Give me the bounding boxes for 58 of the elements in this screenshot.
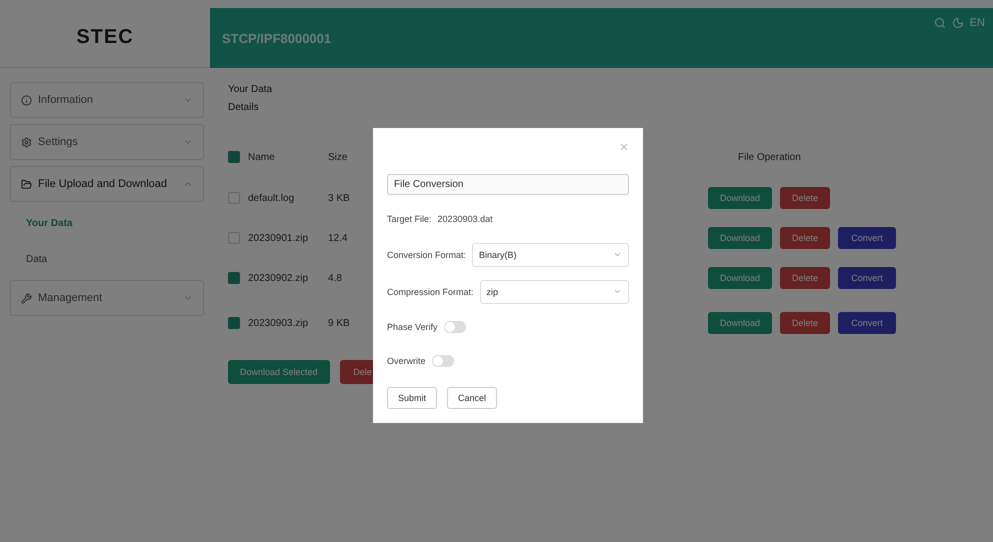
sidebar-subitem[interactable]: Data bbox=[10, 244, 204, 274]
info-icon bbox=[21, 94, 32, 106]
cancel-button[interactable]: Cancel bbox=[447, 387, 498, 409]
column-header: File Operation bbox=[738, 152, 801, 162]
folder-icon bbox=[21, 178, 32, 190]
row-checkbox[interactable] bbox=[228, 317, 240, 329]
submit-button[interactable]: Submit bbox=[387, 387, 438, 409]
table-cell: 4.8 bbox=[328, 272, 342, 284]
download-button[interactable]: Download bbox=[708, 227, 772, 249]
table-cell: 20230901.zip bbox=[248, 232, 308, 244]
table-cell: 3 KB bbox=[328, 192, 350, 204]
search-icon[interactable] bbox=[934, 17, 946, 29]
breadcrumb-item[interactable]: Your Data bbox=[228, 84, 979, 102]
language-label[interactable]: EN bbox=[970, 17, 985, 29]
sidebar-item[interactable]: Settings bbox=[10, 124, 204, 160]
format-select[interactable]: zip bbox=[480, 280, 629, 304]
download-button[interactable]: Download bbox=[708, 267, 772, 289]
row-checkbox[interactable] bbox=[228, 232, 240, 244]
switch-label: Overwrite bbox=[387, 356, 426, 366]
sidebar-item[interactable]: File Upload and Download bbox=[10, 166, 204, 202]
dialog-title: File Conversion bbox=[387, 174, 629, 196]
table-cell: 20230903.zip bbox=[248, 318, 308, 328]
close-button[interactable] bbox=[619, 142, 629, 152]
device-title: STCP/IPF8000001 bbox=[222, 30, 332, 46]
target-file-label: Target File: bbox=[387, 214, 432, 224]
download-button[interactable]: Download bbox=[708, 312, 772, 334]
toggle-switch[interactable] bbox=[444, 321, 466, 333]
download-button[interactable]: Download bbox=[708, 187, 772, 209]
switch-label: Phase Verify bbox=[387, 322, 438, 332]
delete-button[interactable]: Delete bbox=[780, 187, 830, 209]
sidebar-subitem[interactable]: Your Data bbox=[10, 208, 204, 238]
table-cell: 20230902.zip bbox=[248, 272, 308, 284]
target-file-value: 20230903.dat bbox=[438, 214, 493, 224]
sidebar-item[interactable]: Management bbox=[10, 280, 204, 316]
field-label: Conversion Format: bbox=[387, 250, 466, 260]
sidebar-item[interactable]: Information bbox=[10, 82, 204, 118]
column-header: Size bbox=[328, 152, 348, 162]
row-checkbox[interactable] bbox=[228, 272, 240, 284]
delete-button[interactable]: Delete bbox=[780, 227, 830, 249]
breadcrumb-item[interactable]: Details bbox=[228, 102, 979, 120]
moon-icon[interactable] bbox=[952, 17, 964, 29]
convert-button[interactable]: Convert bbox=[838, 227, 896, 249]
convert-button[interactable]: Convert bbox=[838, 312, 896, 334]
delete-button[interactable]: Delete bbox=[780, 312, 830, 334]
select-all-checkbox[interactable] bbox=[228, 151, 240, 163]
field-label: Compression Format: bbox=[387, 286, 474, 297]
table-cell: 9 KB bbox=[328, 318, 350, 328]
download-button[interactable]: Download Selected bbox=[228, 360, 330, 384]
convert-button[interactable]: Convert bbox=[838, 267, 896, 289]
wrench-icon bbox=[21, 292, 32, 304]
settings-icon bbox=[21, 136, 32, 148]
delete-button[interactable]: Delete bbox=[780, 267, 830, 289]
row-checkbox[interactable] bbox=[228, 192, 240, 204]
column-header: Name bbox=[248, 152, 275, 162]
toggle-switch[interactable] bbox=[432, 355, 454, 367]
table-cell: 12.4 bbox=[328, 232, 348, 244]
format-select[interactable]: Binary(B) bbox=[472, 242, 629, 267]
table-cell: default.log bbox=[248, 192, 294, 204]
